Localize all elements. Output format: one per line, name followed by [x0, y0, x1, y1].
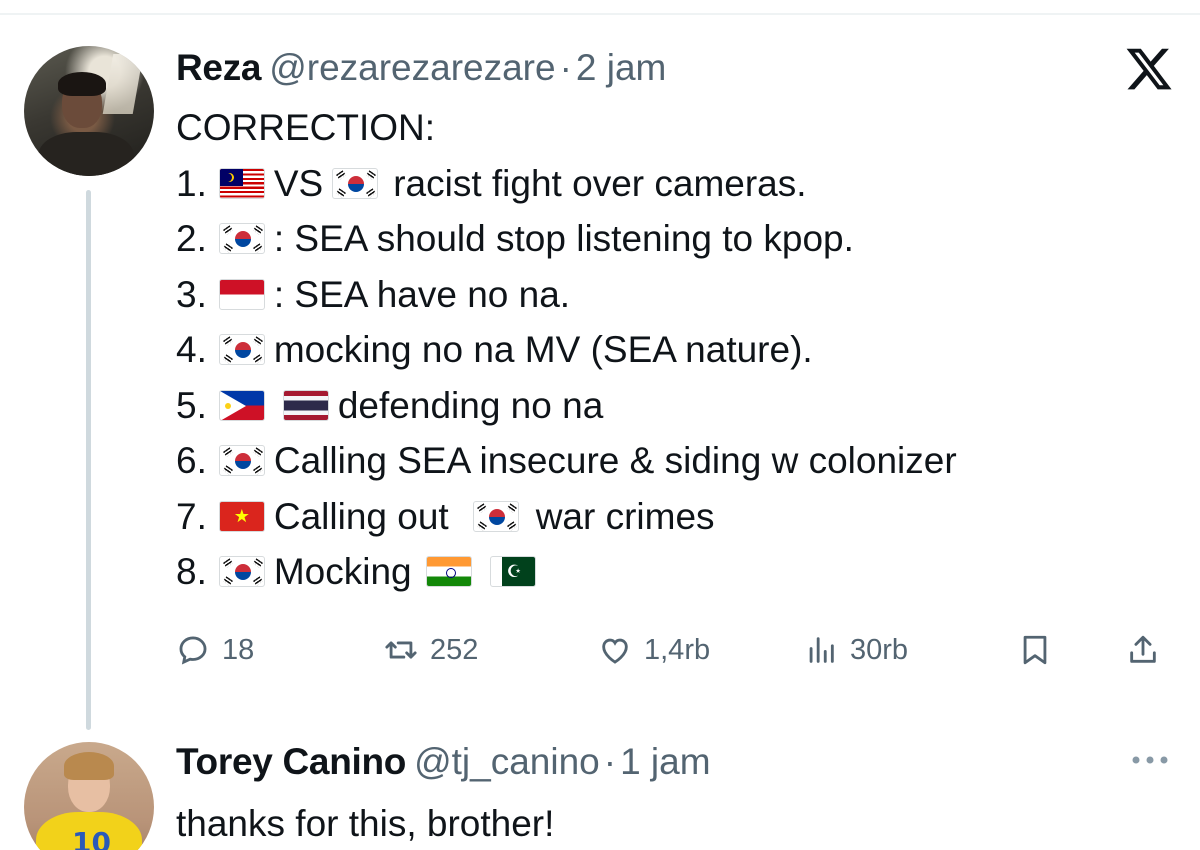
reply-author-name[interactable]: Torey Canino: [176, 741, 406, 782]
reply-text: thanks for this, brother!: [176, 803, 555, 844]
views-button[interactable]: 30rb: [804, 620, 908, 680]
like-count: 1,4rb: [644, 633, 711, 666]
list-number: 3.: [176, 273, 207, 315]
tweet-text: CORRECTION: 1. VS racist fight over came…: [176, 100, 957, 600]
list-text: VS: [273, 162, 324, 204]
share-upload-icon: [1130, 635, 1156, 663]
south-korea-flag-icon: [218, 556, 265, 588]
pakistan-flag-icon: ☪: [489, 556, 536, 588]
list-text: war crimes: [535, 495, 715, 537]
share-button[interactable]: [1126, 620, 1160, 680]
reply-bubble-icon: [179, 636, 207, 665]
views-bar-chart-icon: [809, 637, 834, 663]
list-number: 1.: [176, 162, 207, 204]
timestamp[interactable]: 2 jam: [576, 47, 666, 88]
list-number: 2.: [176, 218, 207, 259]
vietnam-flag-icon: ★: [218, 500, 265, 532]
heading-text: CORRECTION:: [176, 107, 435, 148]
south-korea-flag-icon: [218, 223, 265, 255]
list-item: 4. mocking no na MV (SEA nature).: [176, 322, 957, 378]
list-number: 4.: [176, 329, 207, 370]
heart-icon: [602, 638, 628, 664]
list-number: 5.: [176, 384, 207, 426]
bookmark-button[interactable]: [1018, 620, 1052, 680]
south-korea-flag-icon: [218, 445, 265, 477]
more-dots-icon[interactable]: [1128, 748, 1172, 772]
avatar-figure-body: [38, 132, 134, 176]
tweet-action-bar: 18 252 1,4rb 30rb: [176, 620, 1172, 680]
separator-dot: ·: [559, 47, 572, 88]
repost-count: 252: [430, 633, 479, 666]
reply-header: Torey Canino @tj_canino · 1 jam: [176, 740, 711, 784]
list-text: : SEA should stop listening to kpop.: [273, 218, 854, 259]
reply-avatar[interactable]: 10: [24, 742, 154, 850]
india-flag-icon: [425, 556, 472, 588]
tweet-heading: CORRECTION:: [176, 100, 957, 156]
avatar-figure-hair: [58, 72, 106, 96]
top-divider: [0, 13, 1200, 15]
reply-author-handle[interactable]: @tj_canino: [414, 741, 600, 782]
list-item: 7. ★ Calling out war crimes: [176, 489, 957, 545]
separator-dot: ·: [603, 741, 617, 782]
avatar-jersey-number: 10: [72, 826, 111, 850]
repost-button[interactable]: 252: [384, 620, 478, 680]
list-number: 8.: [176, 551, 207, 592]
south-korea-flag-icon: [218, 334, 265, 366]
list-text: Calling SEA insecure & siding w colonize…: [273, 440, 957, 481]
like-button[interactable]: 1,4rb: [598, 620, 710, 680]
list-text: racist fight over cameras.: [393, 162, 807, 204]
list-item: 6. Calling SEA insecure & siding w colon…: [176, 433, 957, 489]
x-logo-icon[interactable]: [1124, 44, 1174, 94]
author-handle[interactable]: @rezarezarezare: [269, 47, 555, 88]
list-text: defending no na: [337, 384, 604, 426]
philippines-flag-icon: [218, 389, 265, 421]
list-item: 5. defending no na: [176, 378, 957, 434]
views-count: 30rb: [850, 633, 909, 666]
avatar[interactable]: [24, 46, 154, 176]
list-item: 1. VS racist fight over cameras.: [176, 156, 957, 212]
repost-arrows-icon: [385, 641, 417, 659]
list-item: 3. : SEA have no na.: [176, 267, 957, 323]
list-text: Mocking: [273, 551, 412, 592]
malaysia-flag-icon: [218, 167, 265, 199]
reply-count: 18: [222, 633, 255, 666]
list-text: : SEA have no na.: [273, 273, 571, 315]
list-number: 7.: [176, 495, 207, 537]
south-korea-flag-icon: [472, 500, 519, 532]
reply-button[interactable]: 18: [176, 620, 254, 680]
list-text: mocking no na MV (SEA nature).: [273, 329, 813, 370]
author-name[interactable]: Reza: [176, 47, 261, 88]
tweet-header: Reza @rezarezarezare · 2 jam: [176, 46, 666, 90]
list-item: 8. Mocking ☪: [176, 544, 957, 600]
thread-connector-line: [86, 190, 91, 730]
reply-timestamp[interactable]: 1 jam: [620, 741, 710, 782]
list-number: 6.: [176, 440, 207, 481]
bookmark-icon: [1023, 635, 1047, 665]
avatar-background: [102, 54, 144, 114]
thailand-flag-icon: [282, 389, 329, 421]
avatar-hair: [64, 752, 114, 780]
indonesia-flag-icon: [218, 278, 265, 310]
list-text: Calling out: [273, 495, 449, 537]
list-item: 2. : SEA should stop listening to kpop.: [176, 211, 957, 267]
south-korea-flag-icon: [332, 167, 379, 199]
